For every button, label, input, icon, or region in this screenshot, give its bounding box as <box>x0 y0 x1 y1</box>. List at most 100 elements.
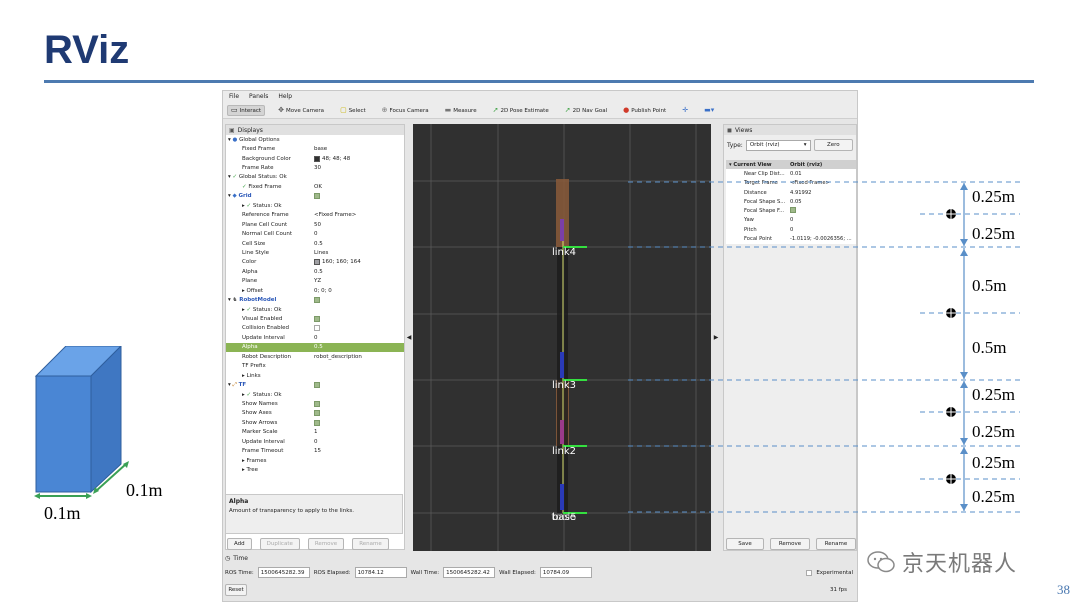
display-checkbox[interactable] <box>314 410 320 417</box>
display-row[interactable]: Color 160; 160; 164 <box>226 258 404 267</box>
display-row[interactable]: Alpha 0.5 <box>226 267 404 276</box>
rename-display-button[interactable]: Rename <box>352 538 389 550</box>
display-row[interactable]: Frame Timeout 15 <box>226 446 404 455</box>
display-row[interactable]: Show Names <box>226 399 404 408</box>
menu-help[interactable]: Help <box>278 93 292 101</box>
experimental-checkbox[interactable] <box>806 569 813 576</box>
display-row-label: Status: Ok <box>252 306 282 313</box>
display-row[interactable]: Robot Description robot_description <box>226 352 404 361</box>
slide-title: RViz <box>44 28 130 72</box>
remove-display-button[interactable]: Remove <box>307 538 345 550</box>
view-property-row[interactable]: Near Clip Dist... 0.01 <box>726 169 856 178</box>
view-property-row[interactable]: Focal Shape S... 0.05 <box>726 197 856 206</box>
display-row[interactable]: Line Style Lines <box>226 248 404 257</box>
view-property-row[interactable]: Yaw 0 <box>726 216 856 225</box>
display-row[interactable]: Cell Size 0.5 <box>226 239 404 248</box>
display-row[interactable]: Frame Rate 30 <box>226 163 404 172</box>
display-row[interactable]: ▸ Frames <box>226 456 404 465</box>
display-row[interactable]: ▸ Links <box>226 371 404 380</box>
display-row[interactable]: Show Axes <box>226 409 404 418</box>
display-row[interactable]: Update Interval 0 <box>226 437 404 446</box>
display-row[interactable]: Alpha 0.5 <box>226 342 404 353</box>
tool-add-button[interactable]: ✛ <box>679 106 691 115</box>
display-row[interactable]: ▾ ✓ Global Status: Ok <box>226 173 404 182</box>
display-row[interactable]: ▸ ✓ Status: Ok <box>226 390 404 399</box>
dimension-arrowheads <box>960 183 968 511</box>
tool-measure[interactable]: ▬ Measure <box>442 106 480 115</box>
add-button[interactable]: Add <box>227 538 252 550</box>
display-row[interactable]: Fixed Frame base <box>226 144 404 153</box>
menu-panels[interactable]: Panels <box>249 93 268 101</box>
duplicate-button[interactable]: Duplicate <box>259 538 300 550</box>
display-checkbox[interactable] <box>314 316 320 323</box>
tool-focus-camera[interactable]: ⊕ Focus Camera <box>379 106 432 115</box>
display-row[interactable]: Marker Scale 1 <box>226 428 404 437</box>
wall-time-field[interactable]: 1500645282.42 <box>443 567 496 578</box>
display-row[interactable]: Plane YZ <box>226 277 404 286</box>
current-view-header[interactable]: ▾ Current View Orbit (rviz) <box>726 160 856 170</box>
save-view-button[interactable]: Save <box>726 538 764 550</box>
measure-label-7: 0.25m <box>972 453 1015 472</box>
rename-view-button[interactable]: Rename <box>816 538 856 550</box>
right-panel-collapse[interactable]: ▶ <box>711 124 721 551</box>
display-row-value: 1 <box>314 429 318 436</box>
view-property-row[interactable]: Target Frame <Fixed Frame> <box>726 179 856 188</box>
tool-2d-pose-estimate[interactable]: ➚ 2D Pose Estimate <box>490 106 552 115</box>
display-checkbox[interactable] <box>314 297 320 304</box>
view-property-row[interactable]: Pitch 0 <box>726 225 856 234</box>
display-row[interactable]: ▸ ✓ Status: Ok <box>226 201 404 210</box>
tool-move-camera[interactable]: ✥ Move Camera <box>275 106 327 115</box>
color-swatch[interactable] <box>314 259 320 266</box>
display-row[interactable]: ▸ Offset 0; 0; 0 <box>226 286 404 295</box>
tool-select[interactable]: ▢ Select <box>337 106 369 115</box>
ros-time-field[interactable]: 1500645282.39 <box>257 567 310 578</box>
reset-button[interactable]: Reset <box>225 584 247 596</box>
display-row[interactable]: Reference Frame <Fixed Frame> <box>226 211 404 220</box>
view-type-select[interactable]: Orbit (rviz) ▾ <box>745 139 811 151</box>
view-property-row[interactable]: Distance 4.91992 <box>726 188 856 197</box>
display-row[interactable]: Visual Enabled <box>226 314 404 323</box>
display-checkbox[interactable] <box>314 419 320 426</box>
view-property-row[interactable]: Focal Shape F... <box>726 206 856 215</box>
3d-viewport[interactable]: link4 link3 link2 base tool5 <box>413 124 711 551</box>
menu-file[interactable]: File <box>229 93 239 101</box>
ros-elapsed-field[interactable]: 10784.12 <box>354 567 407 578</box>
view-checkbox[interactable] <box>790 207 796 214</box>
display-row[interactable]: ▸ ✓ Status: Ok <box>226 305 404 314</box>
view-property-row[interactable]: Focal Point -1.0119; -0.0026356; ... <box>726 234 856 243</box>
display-row[interactable]: ✓ Fixed Frame OK <box>226 182 404 191</box>
display-checkbox[interactable] <box>314 400 320 407</box>
display-row[interactable]: ▸ Tree <box>226 465 404 474</box>
display-row[interactable]: Collision Enabled <box>226 324 404 333</box>
display-checkbox[interactable] <box>314 193 320 200</box>
display-row[interactable]: Background Color 48; 48; 48 <box>226 154 404 163</box>
display-checkbox[interactable] <box>314 382 320 389</box>
description-title: Alpha <box>229 498 249 505</box>
tool-2d-nav-goal[interactable]: ➚ 2D Nav Goal <box>562 106 610 115</box>
remove-view-button[interactable]: Remove <box>770 538 810 550</box>
display-row[interactable]: TF Prefix <box>226 362 404 371</box>
tool-more-dropdown[interactable]: ▬▾ <box>701 106 717 115</box>
display-row[interactable]: Show Arrows <box>226 418 404 427</box>
display-checkbox[interactable] <box>314 325 320 332</box>
left-panel-collapse[interactable]: ◀ <box>405 124 413 551</box>
display-row[interactable]: ▾ ◆ Grid <box>226 192 404 201</box>
display-row-value: 160; 160; 164 <box>322 259 361 266</box>
display-row-value: 0.5 <box>314 240 323 247</box>
display-row[interactable]: ▾ ♞ RobotModel <box>226 295 404 304</box>
wall-elapsed-field[interactable]: 10784.09 <box>539 567 592 578</box>
view-type-row: Type: Orbit (rviz) ▾ Zero <box>724 135 856 155</box>
display-row[interactable]: ▾ ● Global Options <box>226 135 404 144</box>
display-row[interactable]: Normal Cell Count 0 <box>226 229 404 238</box>
color-swatch[interactable] <box>314 155 320 162</box>
displays-buttons: Add Duplicate Remove Rename <box>225 538 405 552</box>
display-row[interactable]: ▾ ⤢ TF <box>226 380 404 389</box>
zero-button[interactable]: Zero <box>813 139 853 151</box>
measure-label-6: 0.25m <box>972 422 1015 441</box>
tool-interact[interactable]: ▭ Interact <box>227 105 266 116</box>
display-row[interactable]: Plane Cell Count 50 <box>226 220 404 229</box>
rviz-window: File Panels Help ▭ Interact ✥ Move Camera … <box>222 90 858 602</box>
toolbar: ▭ Interact ✥ Move Camera ▢ Select ⊕ Focus Ca… <box>223 103 857 119</box>
tool-publish-point[interactable]: ● Publish Point <box>620 106 669 115</box>
display-row[interactable]: Update Interval 0 <box>226 333 404 342</box>
